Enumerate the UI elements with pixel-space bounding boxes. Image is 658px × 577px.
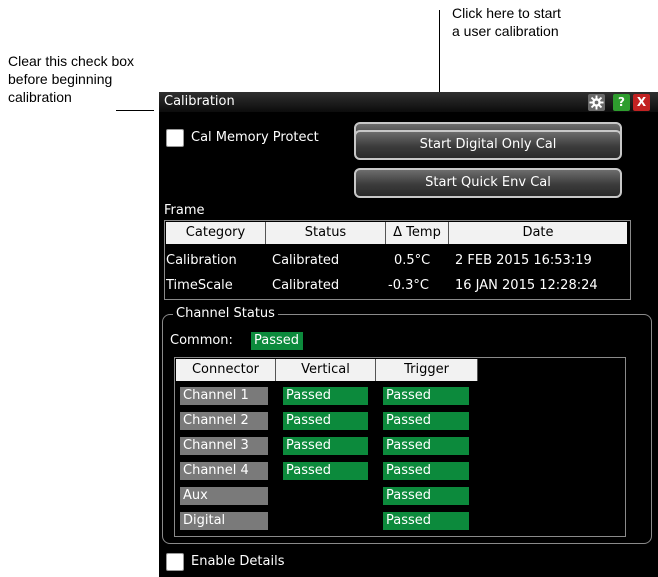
annotation-leader-line (116, 110, 154, 111)
trigger-status: Passed (383, 487, 469, 505)
connector-cell: Aux (180, 487, 268, 505)
trigger-status: Passed (383, 437, 469, 455)
help-button[interactable]: ? (613, 94, 630, 111)
vertical-status: Passed (283, 462, 368, 480)
dialog-title: Calibration (164, 94, 235, 109)
connector-cell: Channel 2 (180, 412, 268, 430)
annotation-line: calibration (8, 89, 72, 105)
channel-status-group: Channel Status Common: Passed Connector … (162, 306, 652, 544)
annotation-line: Click here to start (452, 5, 561, 21)
annotation-clear-checkbox: Clear this check box before beginning ca… (8, 52, 158, 106)
cell-category: Calibration (166, 253, 237, 268)
trigger-status: Passed (383, 512, 469, 530)
channel-status-table: Connector Vertical Trigger Channel 1 Pas… (174, 357, 626, 537)
cal-memory-protect-label: Cal Memory Protect (191, 130, 319, 145)
cell-delta-temp: -0.3°C (388, 278, 429, 293)
cell-delta-temp: 0.5°C (394, 253, 431, 268)
channel-status-label: Channel Status (173, 306, 278, 321)
calibration-dialog: Calibration ? X Cal Memory Protect Start… (159, 92, 658, 577)
common-label: Common: (170, 333, 233, 348)
start-digital-only-cal-button[interactable]: Start Digital Only Cal (354, 130, 622, 160)
channel-table-header: Connector Vertical Trigger (176, 359, 478, 381)
column-header-connector[interactable]: Connector (176, 359, 276, 381)
frame-table: Category Status Δ Temp Date Calibration … (164, 220, 631, 300)
cell-category: TimeScale (166, 278, 233, 293)
cell-date: 16 JAN 2015 12:28:24 (455, 278, 598, 293)
enable-details-checkbox[interactable] (166, 553, 184, 571)
column-header-date[interactable]: Date (449, 222, 627, 244)
column-header-vertical[interactable]: Vertical (276, 359, 376, 381)
cal-memory-protect-checkbox[interactable] (166, 129, 184, 147)
trigger-status: Passed (383, 387, 469, 405)
column-header-trigger[interactable]: Trigger (376, 359, 478, 381)
column-header-category[interactable]: Category (166, 222, 266, 244)
frame-table-header: Category Status Δ Temp Date (166, 222, 627, 244)
common-status-badge: Passed (251, 332, 303, 350)
vertical-status: Passed (283, 437, 368, 455)
vertical-status: Passed (283, 387, 368, 405)
connector-cell: Channel 3 (180, 437, 268, 455)
trigger-status: Passed (383, 412, 469, 430)
gear-icon[interactable] (588, 94, 605, 111)
column-header-status[interactable]: Status (266, 222, 386, 244)
connector-cell: Channel 1 (180, 387, 268, 405)
cell-status: Calibrated (272, 278, 340, 293)
column-header-delta-temp[interactable]: Δ Temp (386, 222, 449, 244)
annotation-line: before beginning (8, 71, 113, 87)
annotation-line: a user calibration (452, 23, 559, 39)
annotation-start-calibration: Click here to start a user calibration (452, 4, 652, 40)
connector-cell: Digital (180, 512, 268, 530)
trigger-status: Passed (383, 462, 469, 480)
start-quick-env-cal-button[interactable]: Start Quick Env Cal (354, 168, 622, 198)
vertical-status: Passed (283, 412, 368, 430)
annotation-leader-line (439, 10, 440, 96)
title-bar[interactable]: Calibration ? X (159, 92, 658, 112)
cell-date: 2 FEB 2015 16:53:19 (455, 253, 592, 268)
connector-cell: Channel 4 (180, 462, 268, 480)
close-button[interactable]: X (633, 94, 650, 111)
enable-details-label: Enable Details (191, 554, 285, 569)
cell-status: Calibrated (272, 253, 340, 268)
annotation-line: Clear this check box (8, 53, 135, 69)
frame-label: Frame (164, 203, 205, 218)
